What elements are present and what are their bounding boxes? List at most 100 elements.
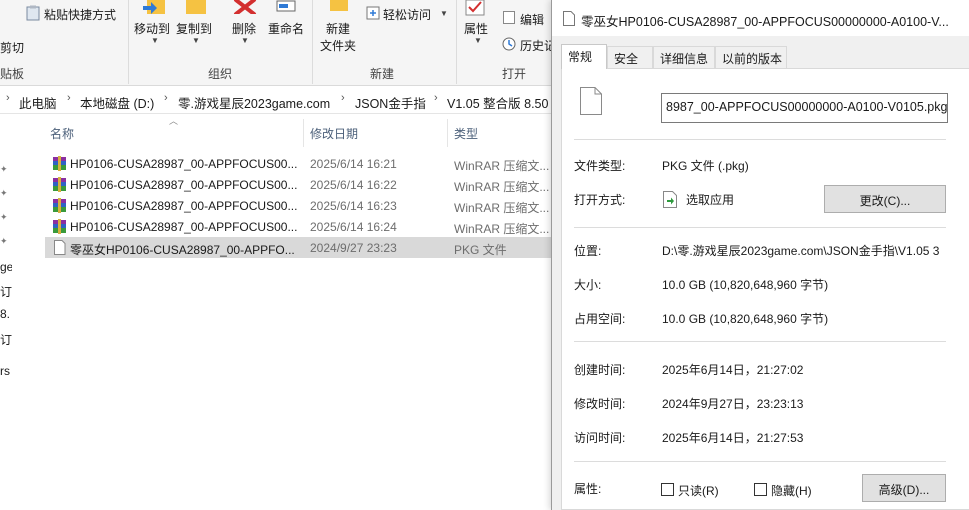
file-name: HP0106-CUSA28987_00-APPFOCUS00... xyxy=(70,157,298,171)
cut-button[interactable]: 剪切 xyxy=(0,39,24,56)
nav-item[interactable]: 订 xyxy=(0,283,12,300)
easy-access-icon xyxy=(366,6,380,23)
breadcrumb-folder-version[interactable]: V1.05 整合版 8.50 xyxy=(447,93,548,112)
nav-item[interactable]: rs xyxy=(0,364,10,378)
filename-field[interactable]: 8987_00-APPFOCUS00000000-A0100-V0105.pkg xyxy=(661,93,948,123)
blank-file-icon xyxy=(52,240,67,255)
readonly-label[interactable]: 只读(R) xyxy=(678,482,719,499)
paste-shortcut-button[interactable]: 粘贴快捷方式 xyxy=(44,6,116,23)
properties-dialog: 零巫女HP0106-CUSA28987_00-APPFOCUS00000000-… xyxy=(551,0,969,510)
move-to-button[interactable]: 移动到 xyxy=(134,20,170,37)
copy-to-icon xyxy=(184,0,208,19)
chevron-down-icon: ▼ xyxy=(151,36,159,45)
file-name: HP0106-CUSA28987_00-APPFOCUS00... xyxy=(70,199,298,213)
file-row[interactable]: 零巫女HP0106-CUSA28987_00-APPFO... 2024/9/27… xyxy=(45,237,560,258)
chevron-right-icon: › xyxy=(341,92,345,104)
file-row[interactable]: HP0106-CUSA28987_00-APPFOCUS00... 2025/6/… xyxy=(45,195,560,216)
breadcrumb-this-pc[interactable]: 此电脑 xyxy=(19,93,57,112)
file-icon xyxy=(563,11,575,26)
file-type: PKG 文件 xyxy=(454,243,507,257)
file-type: WinRAR 压缩文... xyxy=(454,201,550,215)
edit-icon xyxy=(503,11,515,27)
breadcrumb-folder-json[interactable]: JSON金手指 xyxy=(355,93,426,112)
rename-icon xyxy=(276,0,296,15)
chevron-right-icon: › xyxy=(6,92,10,104)
file-type: WinRAR 压缩文... xyxy=(454,180,550,194)
file-date: 2024/9/27 23:23 xyxy=(310,241,397,255)
file-date: 2025/6/14 16:23 xyxy=(310,199,397,213)
tab-previous-versions[interactable]: 以前的版本 xyxy=(715,46,787,68)
tab-security[interactable]: 安全 xyxy=(607,46,653,68)
change-button[interactable]: 更改(C)... xyxy=(824,185,946,213)
breadcrumb-local-disk[interactable]: 本地磁盘 (D:) xyxy=(80,93,154,112)
chevron-right-icon: › xyxy=(164,92,168,104)
pin-icon: ✦ xyxy=(0,188,8,198)
readonly-checkbox[interactable] xyxy=(661,483,674,496)
dialog-title: 零巫女HP0106-CUSA28987_00-APPFOCUS00000000-… xyxy=(581,15,949,29)
size-on-disk-value: 10.0 GB (10,820,648,960 字节) xyxy=(662,312,829,326)
easy-access-button[interactable]: 轻松访问 xyxy=(383,6,431,23)
winrar-archive-icon xyxy=(52,156,67,171)
group-label-clipboard: 贴板 xyxy=(0,67,25,81)
file-row[interactable]: HP0106-CUSA28987_00-APPFOCUS00... 2025/6/… xyxy=(45,174,560,195)
tab-details[interactable]: 详细信息 xyxy=(653,46,715,68)
winrar-archive-icon xyxy=(52,198,67,213)
location-label: 位置: xyxy=(574,244,602,258)
file-row[interactable]: HP0106-CUSA28987_00-APPFOCUS00... 2025/6/… xyxy=(45,216,560,237)
accessed-label: 访问时间: xyxy=(574,431,626,445)
file-date: 2025/6/14 16:21 xyxy=(310,157,397,171)
hidden-label[interactable]: 隐藏(H) xyxy=(771,482,812,499)
pin-icon: ✦ xyxy=(0,236,8,246)
location-value: D:\零.游戏星辰2023game.com\JSON金手指\V1.05 3 xyxy=(662,244,940,258)
tab-general[interactable]: 常规 xyxy=(561,44,607,69)
winrar-archive-icon xyxy=(52,219,67,234)
winrar-archive-icon xyxy=(52,177,67,192)
size-label: 大小: xyxy=(574,278,602,292)
file-type: WinRAR 压缩文... xyxy=(454,159,550,173)
properties-icon xyxy=(465,0,485,19)
pin-icon: ✦ xyxy=(0,164,8,174)
delete-icon xyxy=(233,0,257,17)
breadcrumb-folder-game[interactable]: 零.游戏星辰2023game.com xyxy=(178,93,330,112)
pin-icon: ✦ xyxy=(0,212,8,222)
delete-button[interactable]: 删除 xyxy=(232,20,256,37)
app-picker-icon xyxy=(663,191,677,211)
modified-label: 修改时间: xyxy=(574,397,626,411)
group-label-new: 新建 xyxy=(370,67,395,81)
nav-pane: ✦ ✦ ✦ ✦ ge 订 8. 订 rs xyxy=(0,115,12,510)
edit-button[interactable]: 编辑 xyxy=(520,11,544,28)
history-icon xyxy=(502,37,516,54)
advanced-button[interactable]: 高级(D)... xyxy=(862,474,946,502)
column-header-date[interactable]: 修改日期 xyxy=(310,125,358,142)
file-type-value: PKG 文件 (.pkg) xyxy=(662,159,749,173)
modified-value: 2024年9月27日，23:23:13 xyxy=(662,397,804,411)
group-label-open: 打开 xyxy=(502,67,527,81)
properties-button[interactable]: 属性 xyxy=(464,20,488,37)
hidden-checkbox[interactable] xyxy=(754,483,767,496)
rename-button[interactable]: 重命名 xyxy=(268,20,304,37)
column-header-type[interactable]: 类型 xyxy=(454,125,478,142)
file-type: WinRAR 压缩文... xyxy=(454,222,550,236)
column-header-name[interactable]: 名称 xyxy=(50,125,74,142)
file-row[interactable]: HP0106-CUSA28987_00-APPFOCUS00... 2025/6/… xyxy=(45,153,560,174)
file-name: 零巫女HP0106-CUSA28987_00-APPFO... xyxy=(70,243,295,257)
file-name: HP0106-CUSA28987_00-APPFOCUS00... xyxy=(70,220,298,234)
copy-to-button[interactable]: 复制到 xyxy=(176,20,212,37)
nav-item[interactable]: 8. xyxy=(0,307,10,321)
chevron-down-icon: ▼ xyxy=(192,36,200,45)
new-folder-button-line2[interactable]: 文件夹 xyxy=(320,37,356,54)
chevron-down-icon: ▼ xyxy=(474,36,482,45)
new-folder-button[interactable]: 新建 xyxy=(326,20,350,37)
nav-item[interactable]: 订 xyxy=(0,331,12,348)
nav-item[interactable]: ge xyxy=(0,260,12,274)
created-value: 2025年6月14日，21:27:02 xyxy=(662,363,804,377)
chevron-down-icon: ▼ xyxy=(440,9,448,18)
address-bar[interactable]: › 此电脑 › 本地磁盘 (D:) › 零.游戏星辰2023game.com ›… xyxy=(0,87,560,114)
size-value: 10.0 GB (10,820,648,960 字节) xyxy=(662,278,829,292)
group-label-organize: 组织 xyxy=(208,67,233,81)
dialog-title-bar[interactable]: 零巫女HP0106-CUSA28987_00-APPFOCUS00000000-… xyxy=(552,0,969,36)
chevron-right-icon: › xyxy=(67,92,71,104)
sort-ascending-icon: ︿ xyxy=(169,116,179,126)
paste-shortcut-icon xyxy=(26,5,40,24)
opens-with-value: 选取应用 xyxy=(686,193,735,207)
